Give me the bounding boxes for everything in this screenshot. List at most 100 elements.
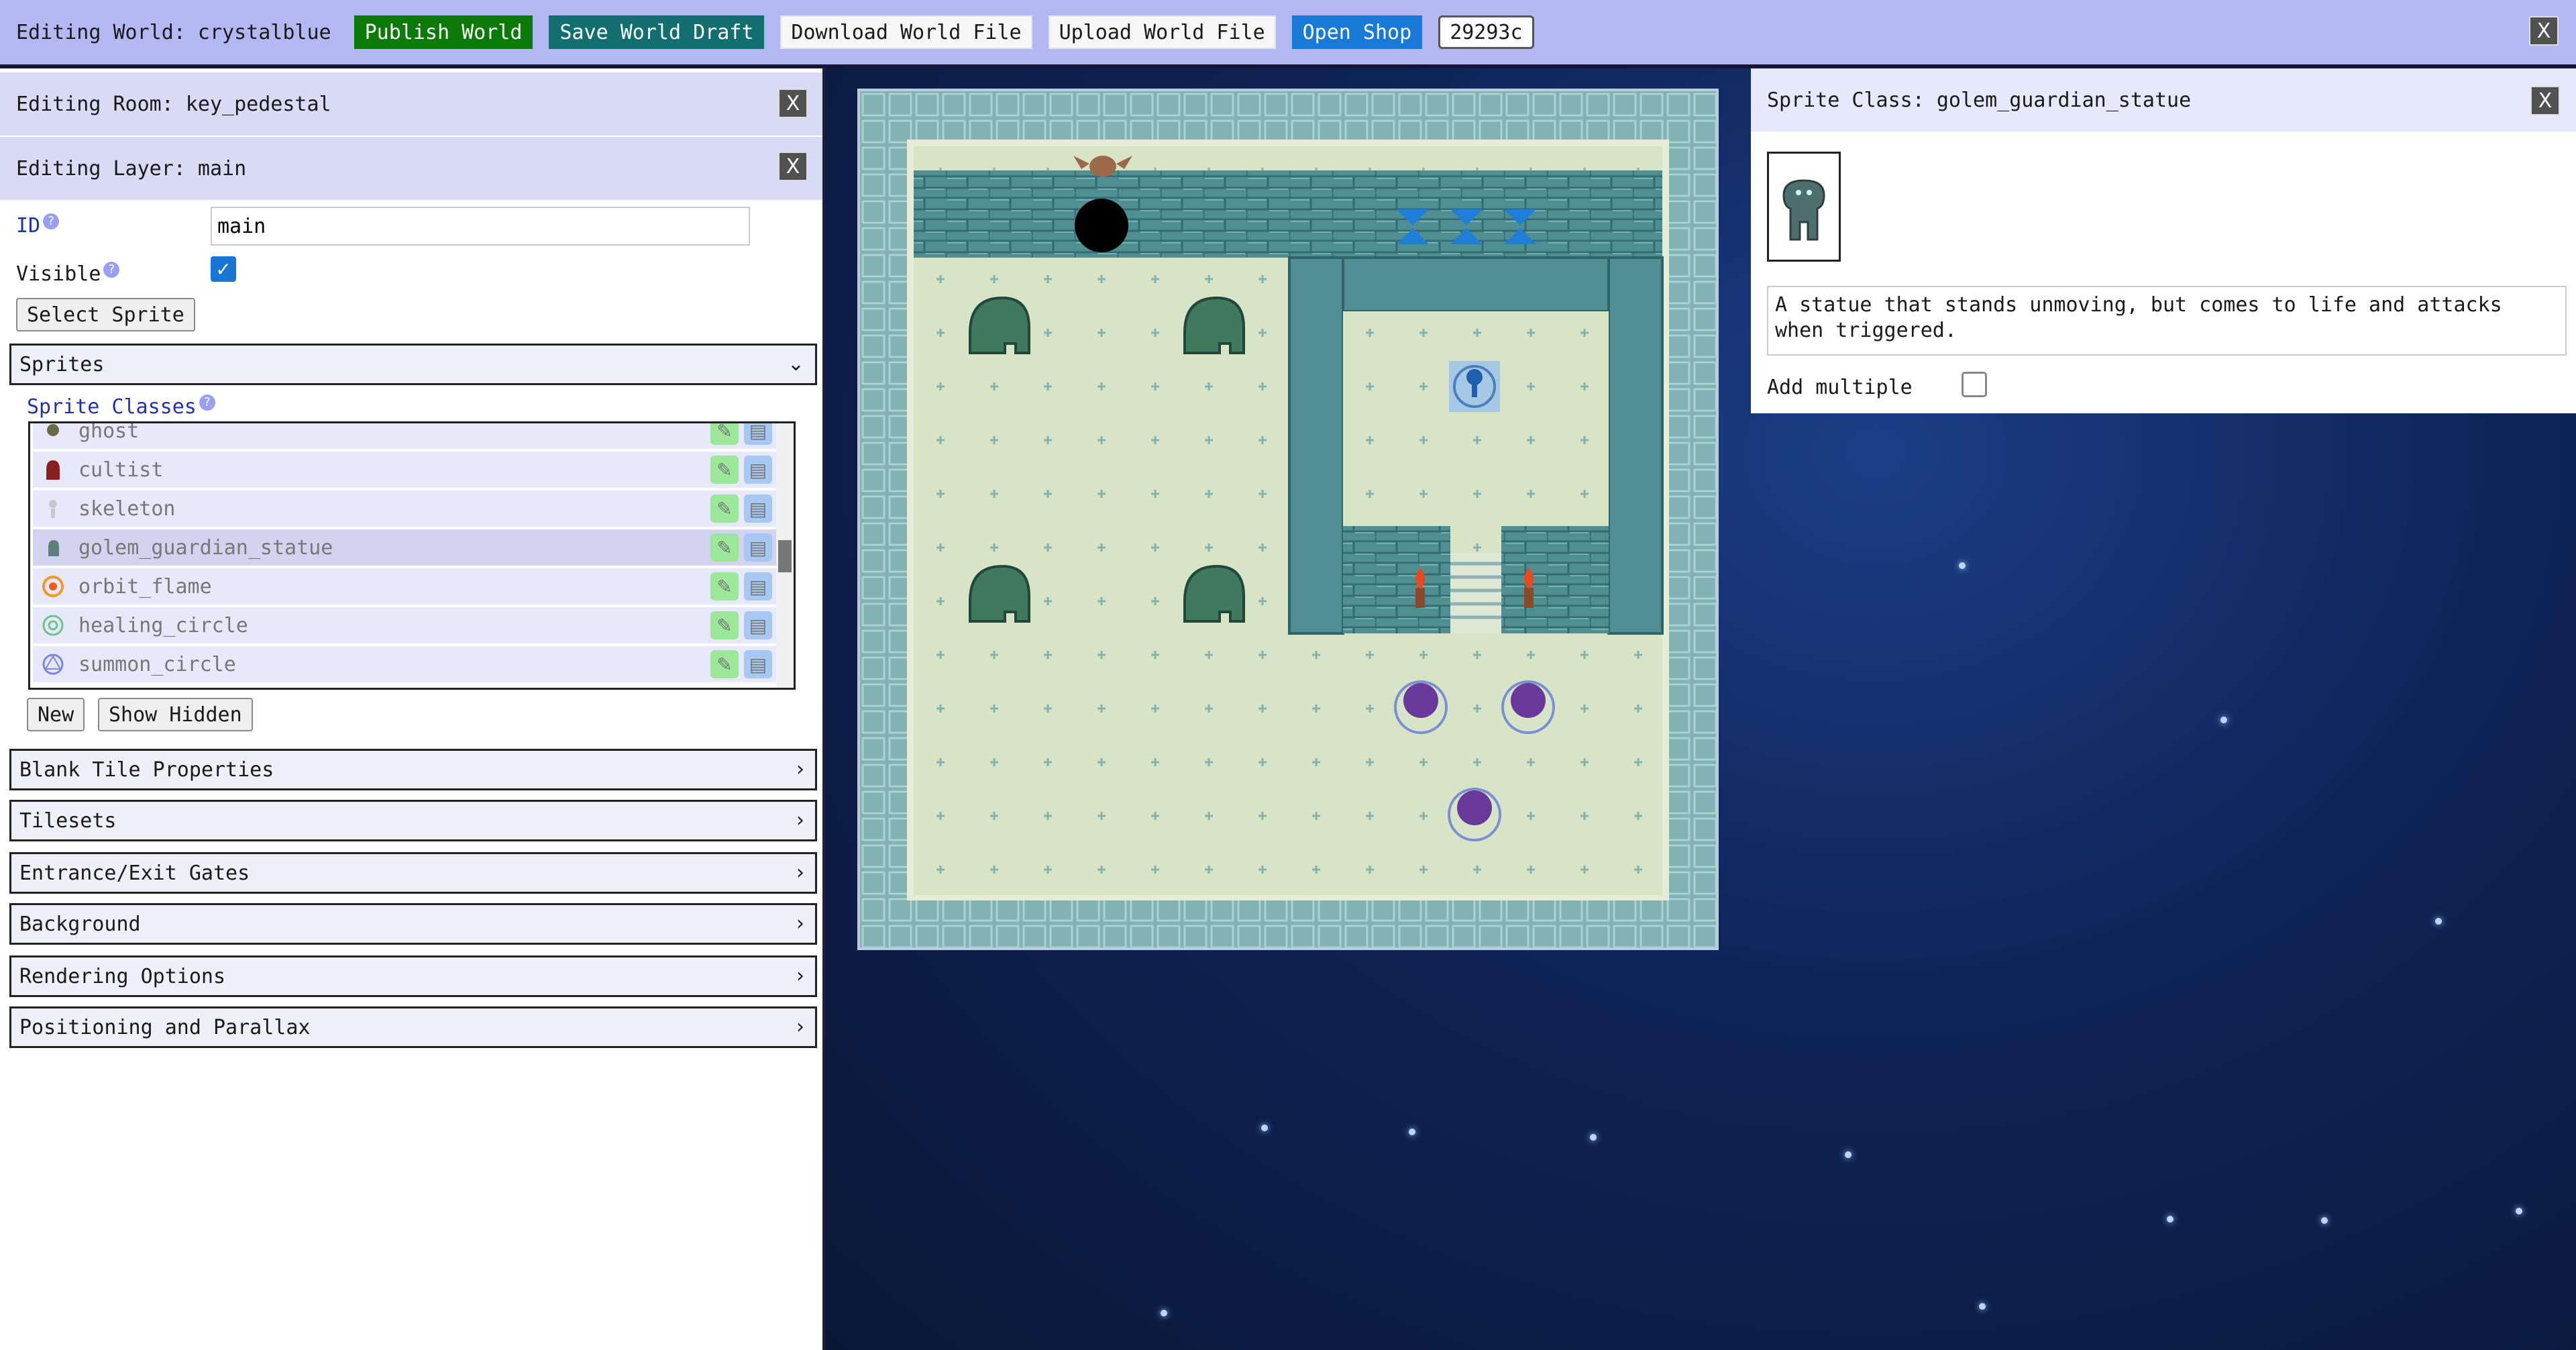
sprite-classes-label: Sprite Classes?: [27, 395, 215, 419]
background-section[interactable]: Background ›: [9, 903, 817, 945]
room-map-canvas[interactable]: [860, 91, 1716, 947]
flame-icon: [41, 574, 65, 599]
open-shop-button[interactable]: Open Shop: [1291, 15, 1423, 49]
star: [1261, 1125, 1268, 1131]
document-icon[interactable]: ▤: [744, 611, 772, 639]
section-title: Tilesets: [19, 809, 117, 833]
star: [2516, 1208, 2522, 1214]
sprite-list-scrollbar[interactable]: [776, 423, 794, 688]
edit-pencil-icon[interactable]: ✎: [710, 533, 739, 562]
document-icon[interactable]: ▤: [744, 572, 772, 601]
chevron-right-icon: ›: [796, 861, 804, 884]
rendering-options-section[interactable]: Rendering Options ›: [9, 955, 817, 997]
edit-pencil-icon[interactable]: ✎: [710, 495, 739, 523]
sprites-section-header[interactable]: Sprites ⌄: [9, 344, 817, 385]
section-title: Rendering Options: [19, 964, 226, 988]
document-icon[interactable]: ▤: [744, 495, 772, 523]
editor-left-panel: Editing Room: key_pedestal X Editing Lay…: [0, 68, 825, 1350]
publish-world-button[interactable]: Publish World: [354, 15, 533, 49]
sprite-class-name: skeleton: [78, 497, 176, 521]
star: [1161, 1310, 1167, 1316]
sprite-class-name: summon_circle: [78, 652, 236, 676]
chamber-right-wall: [1607, 256, 1664, 635]
sprite-class-panel-header: Sprite Class: golem_guardian_statue: [1751, 68, 2576, 132]
close-layer-panel-button[interactable]: X: [778, 152, 808, 181]
layer-id-input[interactable]: [211, 207, 750, 246]
section-title: Background: [19, 912, 141, 936]
help-icon[interactable]: ?: [103, 262, 120, 278]
chamber-top-wall: [1288, 256, 1664, 313]
entrance-exit-gates-section[interactable]: Entrance/Exit Gates ›: [9, 852, 817, 894]
summon-circle-icon: [41, 652, 65, 676]
star: [1979, 1303, 1986, 1310]
layer-panel-header: Editing Layer: main: [0, 137, 822, 200]
tilesets-section[interactable]: Tilesets ›: [9, 800, 817, 841]
select-sprite-button[interactable]: Select Sprite: [16, 298, 195, 331]
document-icon[interactable]: ▤: [744, 650, 772, 678]
golem-icon: [1782, 179, 1825, 241]
document-icon[interactable]: ▤: [744, 533, 772, 562]
download-world-file-button[interactable]: Download World File: [780, 15, 1032, 49]
room-map[interactable]: [857, 89, 1719, 950]
room-panel-header: Editing Room: key_pedestal: [0, 72, 822, 136]
chamber-bottom-left-wall: [1343, 526, 1450, 633]
section-title: Entrance/Exit Gates: [19, 861, 250, 885]
edit-pencil-icon[interactable]: ✎: [710, 611, 739, 639]
help-icon[interactable]: ?: [43, 213, 60, 229]
sprite-class-row[interactable]: cultist ✎ ▤: [33, 452, 777, 488]
scrollbar-thumb[interactable]: [778, 540, 792, 572]
golem-icon: [41, 535, 65, 560]
chevron-right-icon: ›: [796, 1015, 804, 1039]
add-multiple-checkbox[interactable]: [1962, 372, 1987, 397]
sprite-class-panel-title: Sprite Class: golem_guardian_statue: [1767, 88, 2192, 112]
cultist-icon: [41, 458, 65, 482]
edit-pencil-icon[interactable]: ✎: [710, 572, 739, 601]
layer-panel-title: Editing Layer: main: [16, 156, 247, 180]
north-brick-wall: [914, 170, 1662, 258]
positioning-parallax-section[interactable]: Positioning and Parallax ›: [9, 1006, 817, 1048]
sprite-class-name: orbit_flame: [78, 574, 212, 599]
blank-tile-properties-section[interactable]: Blank Tile Properties ›: [9, 749, 817, 790]
sprite-class-description[interactable]: A statue that stands unmoving, but comes…: [1767, 286, 2567, 356]
edit-pencil-icon[interactable]: ✎: [710, 423, 739, 445]
key-pedestal-sprite: [1449, 361, 1500, 412]
chevron-right-icon: ›: [796, 758, 804, 781]
section-title: Blank Tile Properties: [19, 758, 274, 782]
sprite-class-row[interactable]: summon_circle ✎ ▤: [33, 646, 777, 682]
visible-checkbox[interactable]: ✓: [211, 256, 236, 282]
star: [2220, 717, 2227, 723]
healing-circle-icon: [41, 613, 65, 637]
stairs: [1450, 553, 1501, 633]
sprites-section-title: Sprites: [19, 352, 105, 376]
currency-counter: 29293c: [1438, 15, 1534, 49]
sprite-class-row-selected[interactable]: golem_guardian_statue ✎ ▤: [33, 529, 777, 566]
edit-pencil-icon[interactable]: ✎: [710, 650, 739, 678]
chevron-right-icon: ›: [796, 964, 804, 988]
chamber-left-wall: [1288, 256, 1344, 635]
top-bar: Editing World: crystalblue Publish World…: [0, 0, 2576, 68]
world-title: Editing World: crystalblue: [16, 20, 331, 44]
save-world-draft-button[interactable]: Save World Draft: [549, 15, 765, 49]
document-icon[interactable]: ▤: [744, 456, 772, 484]
sprite-class-row[interactable]: ghost ✎ ▤: [33, 423, 777, 449]
upload-world-file-button[interactable]: Upload World File: [1048, 15, 1276, 49]
close-sprite-class-panel-button[interactable]: X: [2530, 86, 2560, 115]
star: [2435, 918, 2442, 925]
close-room-panel-button[interactable]: X: [778, 89, 808, 118]
show-hidden-button[interactable]: Show Hidden: [98, 698, 253, 731]
edit-pencil-icon[interactable]: ✎: [710, 456, 739, 484]
star: [1590, 1134, 1597, 1141]
skeleton-icon: [41, 497, 65, 521]
new-sprite-class-button[interactable]: New: [27, 698, 85, 731]
chamber-bottom-right-wall: [1501, 526, 1609, 633]
help-icon[interactable]: ?: [199, 395, 215, 411]
sprite-class-row[interactable]: orbit_flame ✎ ▤: [33, 568, 777, 605]
sprite-class-list[interactable]: ghost ✎ ▤ cultist ✎ ▤ skeleton ✎ ▤ golem_gu…: [28, 421, 796, 690]
sprite-class-row[interactable]: healing_circle ✎ ▤: [33, 607, 777, 643]
document-icon[interactable]: ▤: [744, 423, 772, 445]
close-world-editor-button[interactable]: X: [2529, 16, 2559, 46]
star: [1409, 1129, 1415, 1135]
sprite-class-row[interactable]: skeleton ✎ ▤: [33, 490, 777, 527]
ghost-icon: [41, 423, 65, 443]
visible-label: Visible?: [16, 262, 120, 286]
